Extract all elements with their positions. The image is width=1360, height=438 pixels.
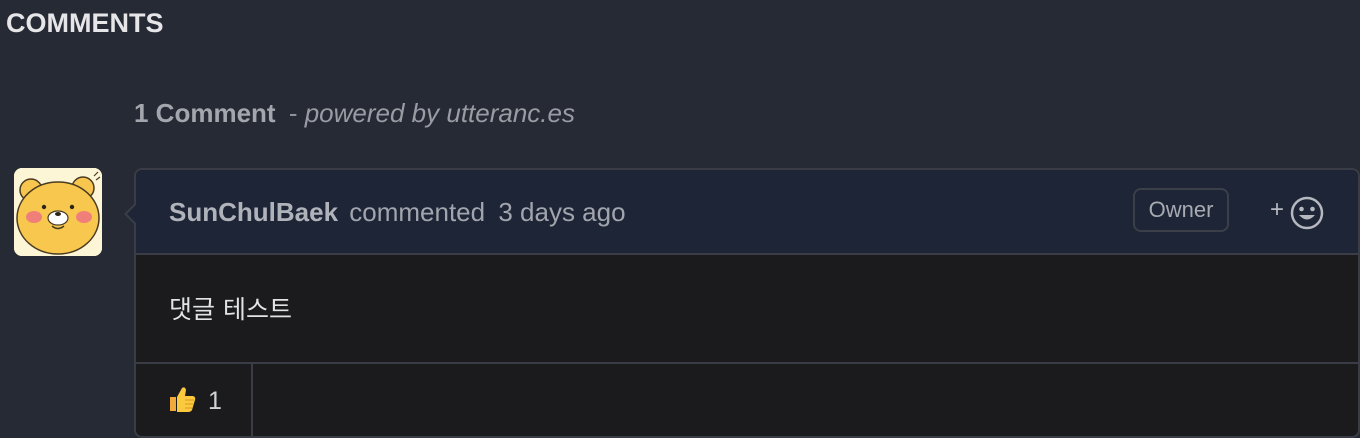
thumbs-up-icon [170, 387, 196, 412]
plus-icon: + [1270, 196, 1285, 223]
comment-header: SunChulBaek commented 3 days ago Owner + [136, 170, 1358, 255]
add-reaction-button[interactable]: + [1270, 194, 1330, 230]
reaction-thumbs-up[interactable]: 1 [136, 364, 253, 436]
comment-body: 댓글 테스트 [169, 295, 292, 324]
reaction-count: 1 [208, 387, 222, 415]
comment-action: commented [349, 197, 486, 227]
avatar[interactable] [14, 168, 102, 256]
comment-timestamp-link[interactable]: 3 days ago [498, 197, 625, 227]
comment-card: SunChulBaek commented 3 days ago Owner +… [124, 168, 1360, 438]
section-title: COMMENTS [6, 8, 164, 38]
comments-page: COMMENTS 1 Comment - powered by utteranc… [0, 0, 1360, 438]
yellow-bear-avatar-icon [14, 168, 102, 256]
comment-count: 1 Comment [134, 98, 276, 128]
smiley-icon [1290, 196, 1324, 230]
comment-meta: SunChulBaek commented 3 days ago [169, 197, 626, 228]
separator: - [288, 98, 298, 128]
comment-author-link[interactable]: SunChulBaek [169, 197, 338, 227]
powered-by-link[interactable]: powered by utteranc.es [305, 98, 575, 128]
comment-count-line: 1 Comment - powered by utteranc.es [134, 98, 575, 129]
reactions-bar: 1 [136, 362, 1358, 438]
owner-badge: Owner [1133, 188, 1229, 232]
